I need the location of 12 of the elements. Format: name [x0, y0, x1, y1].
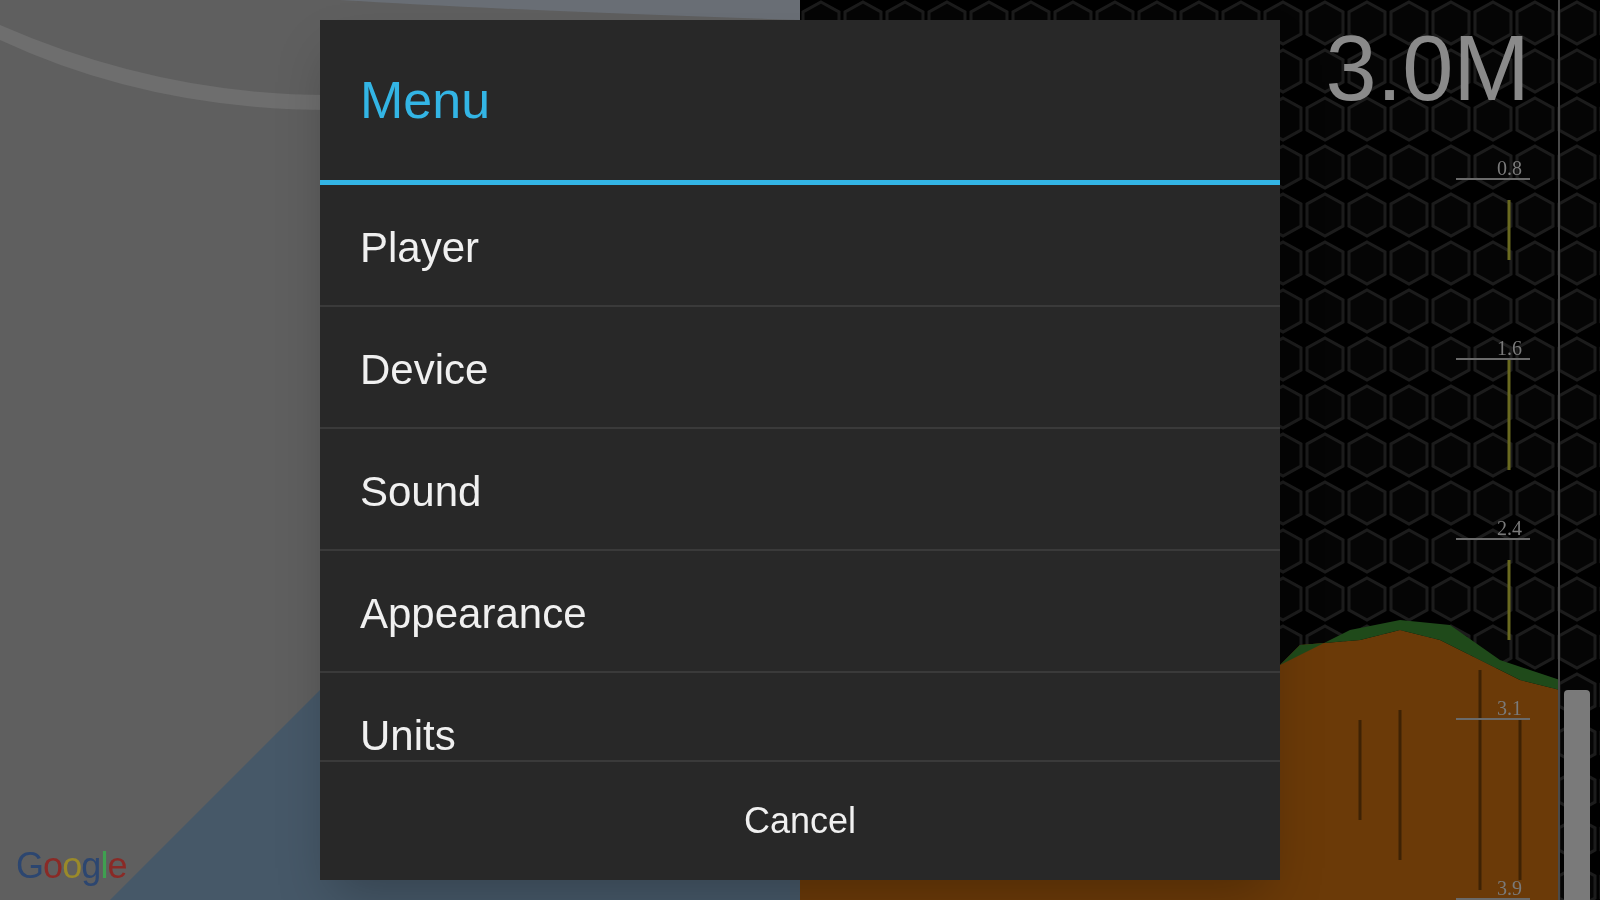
- menu-item[interactable]: Appearance: [320, 551, 1280, 673]
- menu-item[interactable]: Device: [320, 307, 1280, 429]
- menu-item[interactable]: Player: [320, 185, 1280, 307]
- depth-scale-label: 1.6: [1497, 338, 1523, 358]
- depth-scale-label: 3.1: [1497, 698, 1523, 718]
- cancel-button[interactable]: Cancel: [320, 760, 1280, 880]
- depth-reading: 3.0M: [1325, 22, 1530, 114]
- menu-item[interactable]: Sound: [320, 429, 1280, 551]
- depth-scale-label: 2.4: [1497, 518, 1523, 538]
- depth-scale-label: 3.9: [1497, 878, 1523, 898]
- dialog-title: Menu: [360, 70, 491, 131]
- depth-scale-label: 0.8: [1497, 158, 1523, 178]
